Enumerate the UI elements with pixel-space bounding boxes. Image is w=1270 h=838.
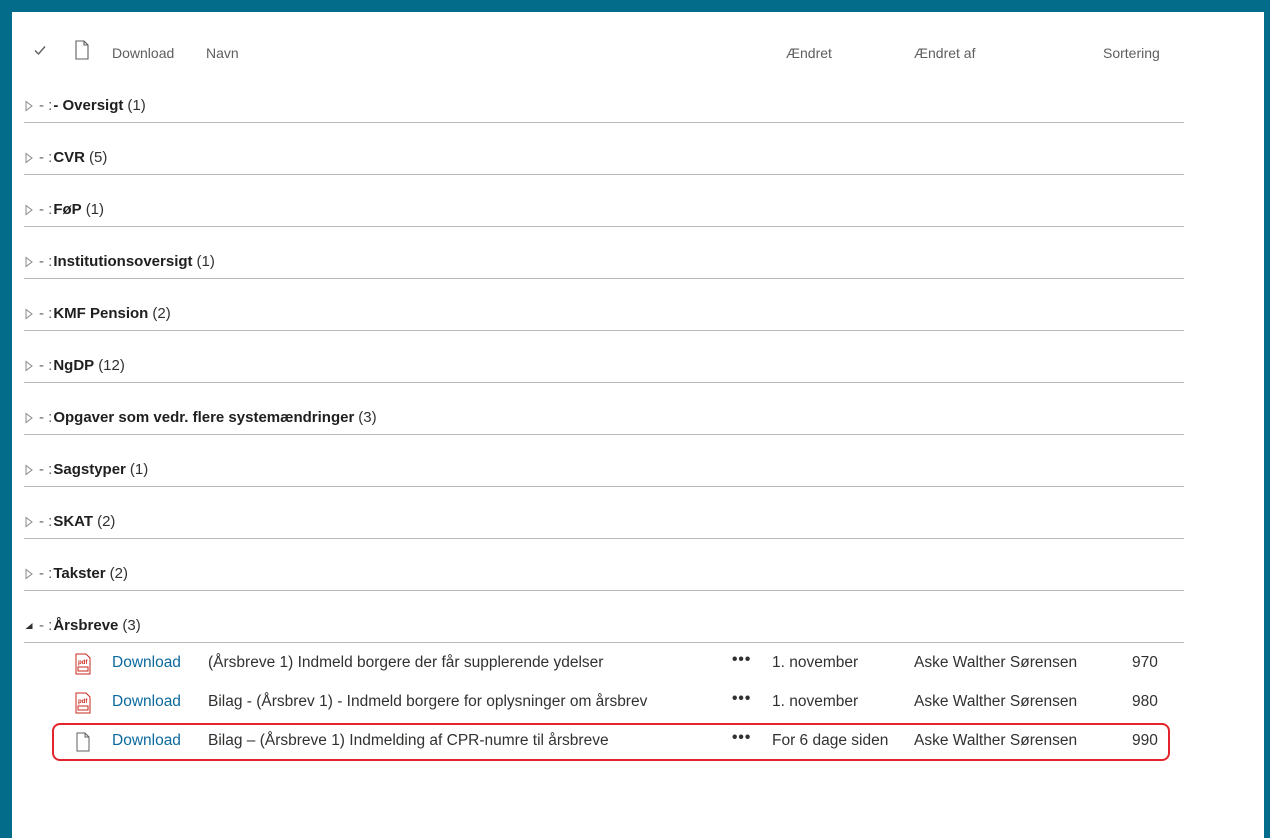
group-count: (1)	[129, 461, 149, 478]
group-count: (1)	[85, 201, 105, 218]
group-header-aarsbreve[interactable]: - : Årsbreve (3)	[24, 590, 1184, 643]
group-title: KMF Pension	[53, 305, 149, 322]
download-link[interactable]: Download	[112, 654, 181, 672]
group-title: FøP	[53, 201, 82, 218]
group-header-institutionsoversigt[interactable]: - : Institutionsoversigt (1)	[24, 226, 1184, 279]
window-frame-left	[0, 0, 12, 838]
group-count: (3)	[358, 409, 377, 426]
group-header-kmf-pension[interactable]: - : KMF Pension (2)	[24, 278, 1184, 331]
column-header-row: Download Navn Ændret Ændret af Sortering	[12, 36, 1202, 70]
group-prefix: - :	[39, 357, 53, 374]
group-title: Opgaver som vedr. flere systemændringer	[53, 409, 355, 426]
group-prefix: - :	[39, 305, 53, 322]
modified-date: 1. november	[772, 654, 859, 671]
caret-down-icon[interactable]	[24, 620, 34, 632]
group-header-sagstyper[interactable]: - : Sagstyper (1)	[24, 434, 1184, 487]
group-prefix: - :	[39, 565, 53, 582]
select-all-checkmark-icon[interactable]	[32, 42, 48, 58]
group-prefix: - :	[39, 253, 53, 270]
group-title: Årsbreve	[53, 617, 119, 634]
caret-right-icon[interactable]	[24, 516, 34, 528]
group-prefix: - :	[39, 409, 53, 426]
group-header-cvr[interactable]: - : CVR (5)	[24, 122, 1184, 175]
group-count: (2)	[109, 565, 128, 582]
sort-value: 980	[1132, 693, 1158, 710]
modified-date: 1. november	[772, 693, 859, 710]
download-link[interactable]: Download	[112, 693, 181, 711]
caret-right-icon[interactable]	[24, 568, 34, 580]
highlight-annotation-box	[52, 723, 1170, 761]
group-title: Institutionsoversigt	[53, 253, 193, 270]
group-title: SKAT	[53, 513, 94, 530]
caret-right-icon[interactable]	[24, 360, 34, 372]
group-count: (2)	[97, 513, 116, 530]
group-header-takster[interactable]: - : Takster (2)	[24, 538, 1184, 591]
more-options-button[interactable]: •••	[732, 690, 751, 708]
group-header-ngdp[interactable]: - : NgDP (12)	[24, 330, 1184, 383]
group-header-fop[interactable]: - : FøP (1)	[24, 174, 1184, 227]
file-row[interactable]: pdf Download Bilag - (Årsbrev 1) - Indme…	[24, 684, 1184, 722]
column-header-modified-by[interactable]: Ændret af	[914, 45, 975, 61]
group-header-oversigt[interactable]: - : - Oversigt (1)	[24, 70, 1184, 123]
file-name-link[interactable]: Bilag - (Årsbrev 1) - Indmeld borgere fo…	[208, 693, 647, 711]
caret-right-icon[interactable]	[24, 204, 34, 216]
file-row[interactable]: pdf Download (Årsbreve 1) Indmeld borger…	[24, 645, 1184, 683]
column-header-download[interactable]: Download	[112, 45, 174, 61]
pdf-icon: pdf	[75, 653, 91, 675]
group-title: Sagstyper	[53, 461, 126, 478]
group-prefix: - :	[39, 461, 53, 478]
group-count: (1)	[127, 97, 146, 114]
group-title: Takster	[53, 565, 106, 582]
file-type-header-icon[interactable]	[74, 40, 90, 60]
group-prefix: - :	[39, 617, 53, 634]
caret-right-icon[interactable]	[24, 256, 34, 268]
modified-by[interactable]: Aske Walther Sørensen	[914, 654, 1077, 672]
group-count: (2)	[152, 305, 171, 322]
svg-text:pdf: pdf	[78, 660, 88, 666]
column-header-modified[interactable]: Ændret	[786, 45, 832, 61]
caret-right-icon[interactable]	[24, 308, 34, 320]
column-header-name[interactable]: Navn	[206, 45, 239, 61]
caret-right-icon[interactable]	[24, 464, 34, 476]
window-frame-top	[0, 0, 1270, 12]
group-count: (12)	[98, 357, 125, 374]
group-count: (1)	[196, 253, 215, 270]
group-prefix: - :	[39, 149, 53, 166]
more-options-button[interactable]: •••	[732, 651, 751, 669]
group-header-opgaver[interactable]: - : Opgaver som vedr. flere systemændrin…	[24, 382, 1184, 435]
group-prefix: - :	[39, 201, 53, 218]
group-title: - Oversigt	[53, 97, 124, 114]
file-name-link[interactable]: (Årsbreve 1) Indmeld borgere der får sup…	[208, 654, 603, 672]
modified-by[interactable]: Aske Walther Sørensen	[914, 693, 1077, 711]
group-title: CVR	[53, 149, 86, 166]
window-frame-right	[1264, 0, 1270, 838]
group-title: NgDP	[53, 357, 95, 374]
group-count: (3)	[122, 617, 141, 634]
pdf-icon: pdf	[75, 692, 91, 714]
caret-right-icon[interactable]	[24, 100, 34, 112]
group-header-skat[interactable]: - : SKAT (2)	[24, 486, 1184, 539]
group-prefix: - :	[39, 513, 53, 530]
group-count: (5)	[89, 149, 108, 166]
column-header-sort[interactable]: Sortering	[1103, 45, 1160, 61]
caret-right-icon[interactable]	[24, 152, 34, 164]
group-prefix: - :	[39, 97, 53, 114]
caret-right-icon[interactable]	[24, 412, 34, 424]
svg-text:pdf: pdf	[78, 699, 88, 705]
sort-value: 970	[1132, 654, 1158, 671]
